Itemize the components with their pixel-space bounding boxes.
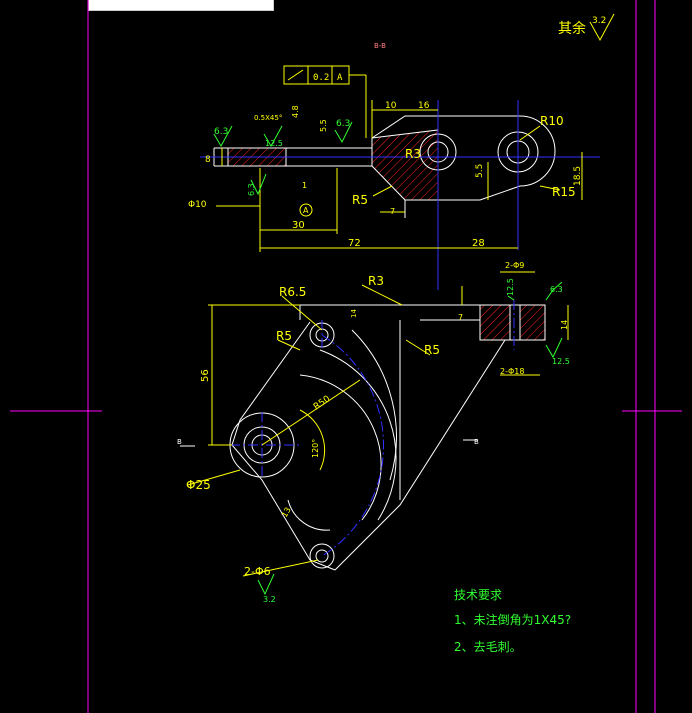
tol-value: 0.2	[313, 73, 329, 83]
r6-5-label: R6.5	[279, 285, 306, 299]
dim-8: 8	[205, 155, 211, 165]
r3-front-label: R3	[368, 274, 384, 288]
rough-mid-label: 6.3	[336, 119, 350, 129]
tol-datum: A	[337, 73, 343, 83]
tech-note-2: 2、去毛刺。	[454, 640, 522, 654]
r3-label: R3	[405, 147, 421, 161]
r50-label: R50	[312, 394, 332, 413]
section-mark-right: B	[474, 438, 479, 446]
dim-16: 16	[418, 101, 430, 111]
hatch-flange	[479, 304, 511, 341]
dim-7-front: 7	[458, 313, 463, 322]
holes-18-label: 2-Φ18	[500, 367, 524, 376]
cad-drawing: 0.2 A 6.3 6.3 12.5 6.3 B-B 0.5X45° 4.8 5…	[10, 0, 682, 713]
dim-14: 14	[560, 320, 569, 330]
section-mark-left: B	[177, 438, 182, 446]
frame-border	[10, 0, 682, 713]
top-view: 0.2 A 6.3 6.3 12.5 6.3 B-B 0.5X45° 4.8 5…	[188, 42, 600, 290]
holes-6-label: 2-Φ6	[244, 565, 271, 578]
dim-30: 30	[292, 220, 305, 231]
rough-left-label: 6.3	[214, 127, 228, 137]
rough-front-3-2: 3.2	[263, 595, 276, 604]
dim-1: 1	[302, 181, 307, 190]
dim-top-a: 4.8	[291, 105, 300, 118]
dim-56: 56	[200, 369, 211, 382]
rough-front-12-5-a: 12.5	[506, 278, 515, 296]
dim-28: 28	[472, 238, 485, 249]
front-view: B B R6.5 R3 R5 R5 56 R50 120° 13 Φ25 2-Φ…	[177, 261, 570, 604]
dim-5-5: 5.5	[475, 164, 485, 178]
hole-10-label: Φ10	[188, 200, 207, 210]
hole-25-label: Φ25	[186, 478, 211, 492]
r5-front-right: R5	[424, 343, 440, 357]
dim-10: 10	[385, 101, 397, 111]
tech-note-1: 1、未注倒角为1X45?	[454, 613, 572, 627]
section-title: B-B	[374, 42, 386, 50]
holes-9-label: 2-Φ9	[505, 261, 524, 270]
rough-bottom-label: 6.3	[247, 183, 256, 196]
r15-label: R15	[552, 185, 576, 199]
dim-72: 72	[348, 238, 361, 249]
general-roughness: 其余 3.2	[558, 13, 615, 42]
rough-small-label: 12.5	[265, 139, 283, 148]
rough-front-6-3: 6.3	[550, 285, 563, 294]
r5-front-left: R5	[276, 329, 292, 343]
general-roughness-value: 3.2	[592, 16, 606, 26]
dim-7: 7	[390, 207, 395, 216]
dim-top-b: 5.5	[319, 119, 328, 132]
chamfer-label: 0.5X45°	[254, 114, 282, 122]
dim-14-small: 14	[350, 309, 358, 318]
tech-notes-title: 技术要求	[454, 588, 503, 602]
hatch-flange-b	[519, 304, 546, 341]
general-roughness-label: 其余	[558, 20, 586, 37]
hatch-right	[371, 129, 439, 201]
r5-label: R5	[352, 193, 368, 207]
datum-letter: A	[303, 206, 309, 215]
rough-front-12-5-b: 12.5	[552, 357, 570, 366]
r10-label: R10	[540, 114, 564, 128]
dim-18-5: 18.5	[573, 166, 583, 186]
angle-120: 120°	[311, 439, 320, 458]
